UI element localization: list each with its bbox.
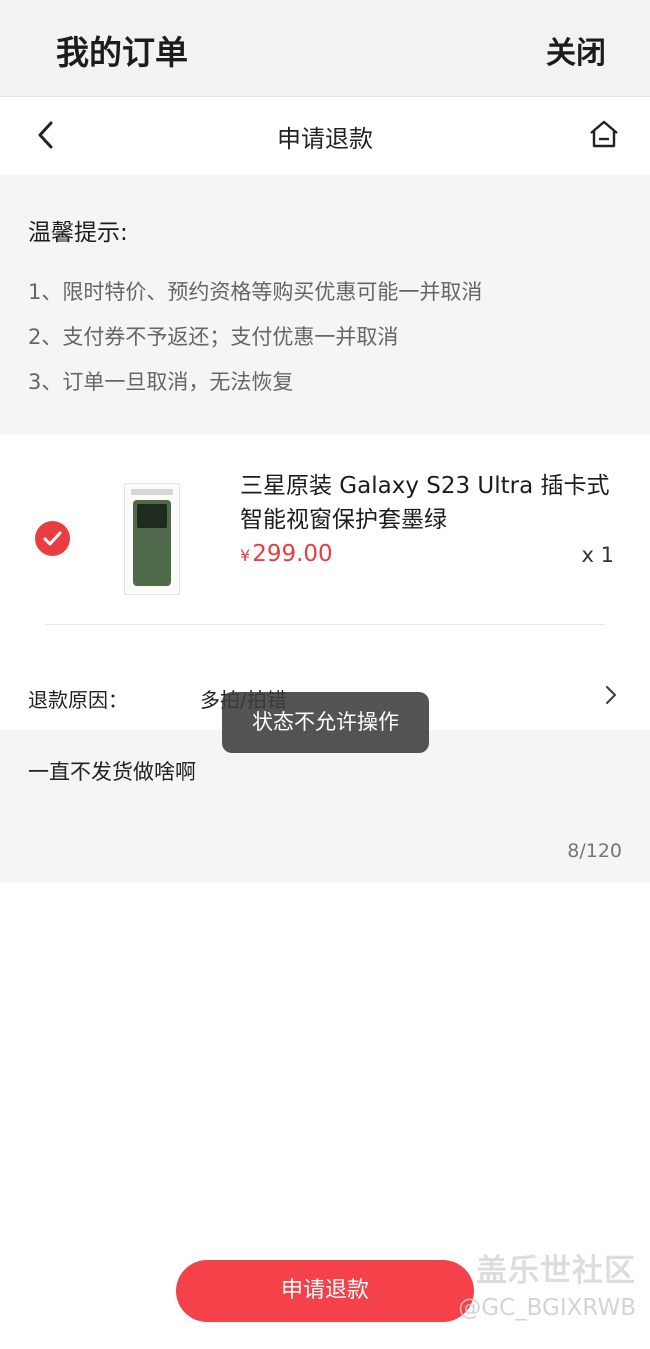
- submit-refund-button[interactable]: 申请退款: [176, 1260, 474, 1322]
- nav-title: 申请退款: [277, 125, 373, 153]
- top-bar: 我的订单 关闭: [0, 0, 650, 97]
- tips-section: 温馨提示: 1、限时特价、预约资格等购买优惠可能一并取消 2、支付券不予返还；支…: [0, 175, 650, 435]
- product-quantity: x 1: [581, 543, 614, 567]
- watermark-community: 盖乐世社区: [476, 1253, 636, 1289]
- refund-reason-label: 退款原因：: [28, 688, 128, 712]
- divider: [45, 624, 605, 625]
- character-count: 8/120: [567, 840, 622, 862]
- checkbox-checked-icon[interactable]: [35, 521, 70, 556]
- close-button[interactable]: 关闭: [546, 28, 606, 72]
- description-text: 一直不发货做啥啊: [28, 760, 196, 784]
- home-icon[interactable]: [588, 119, 620, 149]
- toast-message: 状态不允许操作: [222, 692, 429, 753]
- product-name: 三星原装 Galaxy S23 Ultra 插卡式智能视窗保护套墨绿: [240, 473, 610, 533]
- product-thumbnail: [124, 483, 180, 595]
- page-title: 我的订单: [56, 33, 188, 72]
- product-price: ¥299.00: [240, 541, 333, 567]
- price-value: 299.00: [252, 541, 333, 567]
- chevron-right-icon: [605, 685, 617, 705]
- product-item: 三星原装 Galaxy S23 Ultra 插卡式智能视窗保护套墨绿 ¥299.…: [0, 435, 650, 625]
- nav-bar: 申请退款: [0, 97, 650, 175]
- tips-heading: 温馨提示:: [28, 220, 128, 246]
- watermark-user: @GC_BGIXRWB: [458, 1295, 636, 1321]
- tip-line: 1、限时特价、预约资格等购买优惠可能一并取消: [28, 280, 483, 304]
- tip-line: 3、订单一旦取消，无法恢复: [28, 370, 294, 394]
- currency-symbol: ¥: [240, 546, 251, 565]
- tip-line: 2、支付券不予返还；支付优惠一并取消: [28, 325, 399, 349]
